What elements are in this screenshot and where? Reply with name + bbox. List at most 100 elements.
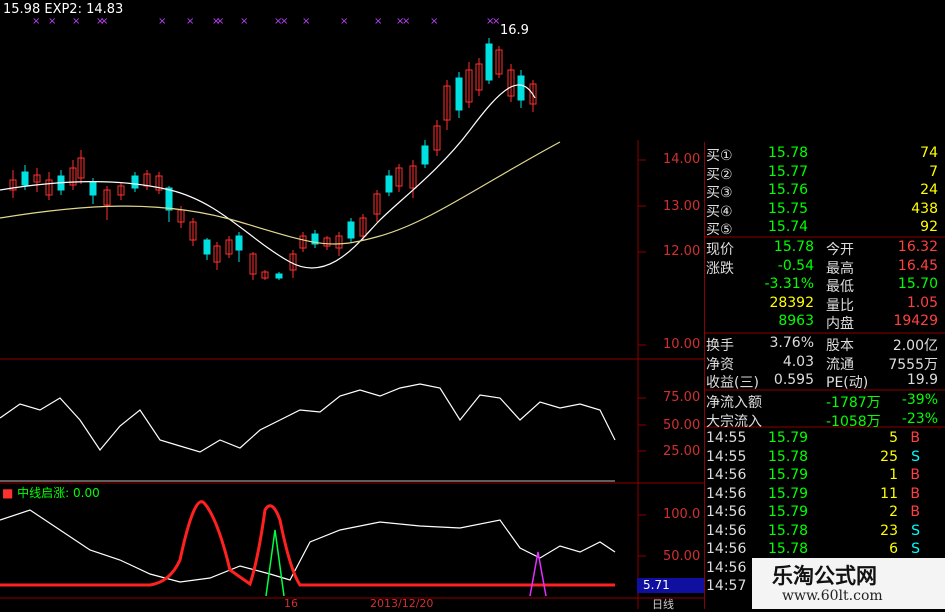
signal-marker: × — [48, 16, 56, 27]
fund-label: 收益(三) — [706, 375, 759, 391]
price-axis-label: 14.00 — [663, 152, 701, 167]
lower-red-line — [0, 500, 615, 587]
tick-price: 15.78 — [768, 522, 809, 539]
fund-label-2: 流通 — [826, 356, 854, 373]
candle-body — [275, 273, 283, 279]
stat-value: 8963 — [778, 313, 814, 329]
fund-value: 4.03 — [782, 353, 814, 370]
signal-marker: × — [72, 16, 80, 27]
tick-time: 14:55 — [706, 448, 747, 465]
buy-label: 买② — [706, 166, 733, 183]
kdj-line — [0, 383, 616, 453]
kdj-axis-label: 10.00 — [663, 337, 701, 352]
candle-body — [131, 175, 139, 189]
signal-marker: × — [186, 16, 194, 27]
purple-spike — [529, 551, 547, 597]
kdj-axis-label: 50.00 — [663, 418, 701, 433]
tick-side: B — [910, 485, 920, 502]
buy-volume: 24 — [920, 182, 938, 198]
signal-marker: × — [402, 16, 410, 27]
tick-side: B — [910, 430, 920, 446]
stat-row: 涨跌 -0.54 最高 16.45 — [706, 257, 942, 277]
stat-value-2: 15.70 — [897, 276, 938, 292]
stat-label-2: 最高 — [826, 260, 854, 277]
tick-row: 14:55 15.78 25 S — [706, 449, 942, 467]
fundamental-row: 净资 4.03 流通 7555万 — [706, 353, 942, 373]
fund-label: 净资 — [706, 356, 734, 373]
signal-marker: × — [374, 16, 382, 27]
buy-order-row: 买⑤ 15.74 92 — [706, 219, 942, 238]
stat-label-2: 量比 — [826, 297, 854, 314]
flow-pct: -23% — [901, 410, 938, 427]
signal-marker: × — [100, 16, 108, 27]
flow-pct: -39% — [901, 392, 938, 408]
signal-marker: × — [430, 16, 438, 27]
tick-time: 14:56 — [706, 522, 747, 539]
stat-row: 8963 内盘 19429 — [706, 313, 942, 332]
tick-side: S — [911, 448, 920, 465]
candle-body — [203, 239, 211, 255]
fund-label-2: 股本 — [826, 338, 854, 354]
tick-row: 14:56 15.79 11 B — [706, 486, 942, 504]
fund-value: 3.76% — [769, 335, 814, 351]
candle-body — [347, 221, 355, 239]
fundamental-row: 换手 3.76% 股本 2.00亿 — [706, 335, 942, 354]
candle-body — [421, 145, 429, 165]
stat-row: 28392 量比 1.05 — [706, 294, 942, 314]
tick-volume: 25 — [880, 448, 898, 465]
tick-row: 14:55 15.79 5 B — [706, 430, 942, 448]
fund-value-2: 2.00亿 — [892, 338, 938, 354]
candle-body — [235, 235, 243, 251]
tick-volume: 1 — [889, 467, 898, 483]
buy-order-row: 买① 15.78 74 — [706, 145, 942, 164]
tick-side: B — [910, 504, 920, 520]
kdj-axis-label: 25.00 — [663, 444, 701, 459]
signal-marker: × — [240, 16, 248, 27]
ma-legend: 15.98 EXP2: 14.83 — [3, 2, 124, 17]
tick-row: 14:56 15.78 23 S — [706, 523, 942, 541]
tick-price: 15.79 — [768, 504, 809, 520]
date-fragment: 16 — [284, 597, 298, 610]
fund-value-2: 7555万 — [888, 356, 938, 373]
date-fragment: 2013/12/20 — [370, 597, 434, 610]
tick-row: 14:56 15.79 2 B — [706, 504, 942, 522]
tick-price: 15.79 — [768, 430, 809, 446]
stat-label-2: 内盘 — [826, 316, 854, 332]
tick-price: 15.78 — [768, 541, 809, 557]
tick-row: 14:56 15.78 6 S — [706, 541, 942, 559]
lower-axis-label: 100.0 — [663, 507, 701, 522]
signal-marker: × — [340, 16, 348, 27]
stat-value-2: 19429 — [893, 313, 938, 329]
stat-label: 涨跌 — [706, 260, 734, 277]
tick-time: 14:56 — [706, 504, 747, 520]
stat-label: 现价 — [706, 242, 734, 258]
buy-price: 15.76 — [768, 182, 809, 198]
high-price-marker: 16.9 — [500, 23, 529, 38]
tick-side: S — [911, 541, 920, 557]
watermark: 乐淘公式网 www.60lt.com — [752, 558, 945, 609]
stat-row: 现价 15.78 今开 16.32 — [706, 239, 942, 258]
ma-short-line — [0, 84, 536, 269]
buy-label: 买④ — [706, 203, 733, 220]
buy-label: 买① — [706, 148, 733, 164]
stat-value-2: 1.05 — [906, 294, 938, 311]
tick-side: B — [910, 467, 920, 483]
flow-amount: -1787万 — [826, 395, 881, 411]
lower-value-text: 5.71 — [643, 578, 670, 592]
green-spike — [265, 529, 285, 597]
stat-value-2: 16.45 — [897, 257, 938, 274]
candle-body — [385, 175, 393, 193]
tick-time: 14:56 — [706, 485, 747, 502]
flow-label: 大宗流入 — [706, 413, 762, 430]
fund-value-2: 19.9 — [906, 372, 938, 388]
tick-side: S — [911, 522, 920, 539]
candle-body — [455, 77, 463, 111]
candle-body — [89, 181, 97, 196]
flow-row: 净流入额 -1787万 -39% — [706, 392, 942, 411]
flow-label: 净流入额 — [706, 395, 762, 411]
signal-marker: × — [216, 16, 224, 27]
tick-volume: 6 — [889, 541, 898, 557]
buy-price: 15.75 — [768, 200, 809, 217]
buy-volume: 438 — [911, 200, 938, 217]
period-label[interactable]: 日线 — [652, 596, 674, 612]
